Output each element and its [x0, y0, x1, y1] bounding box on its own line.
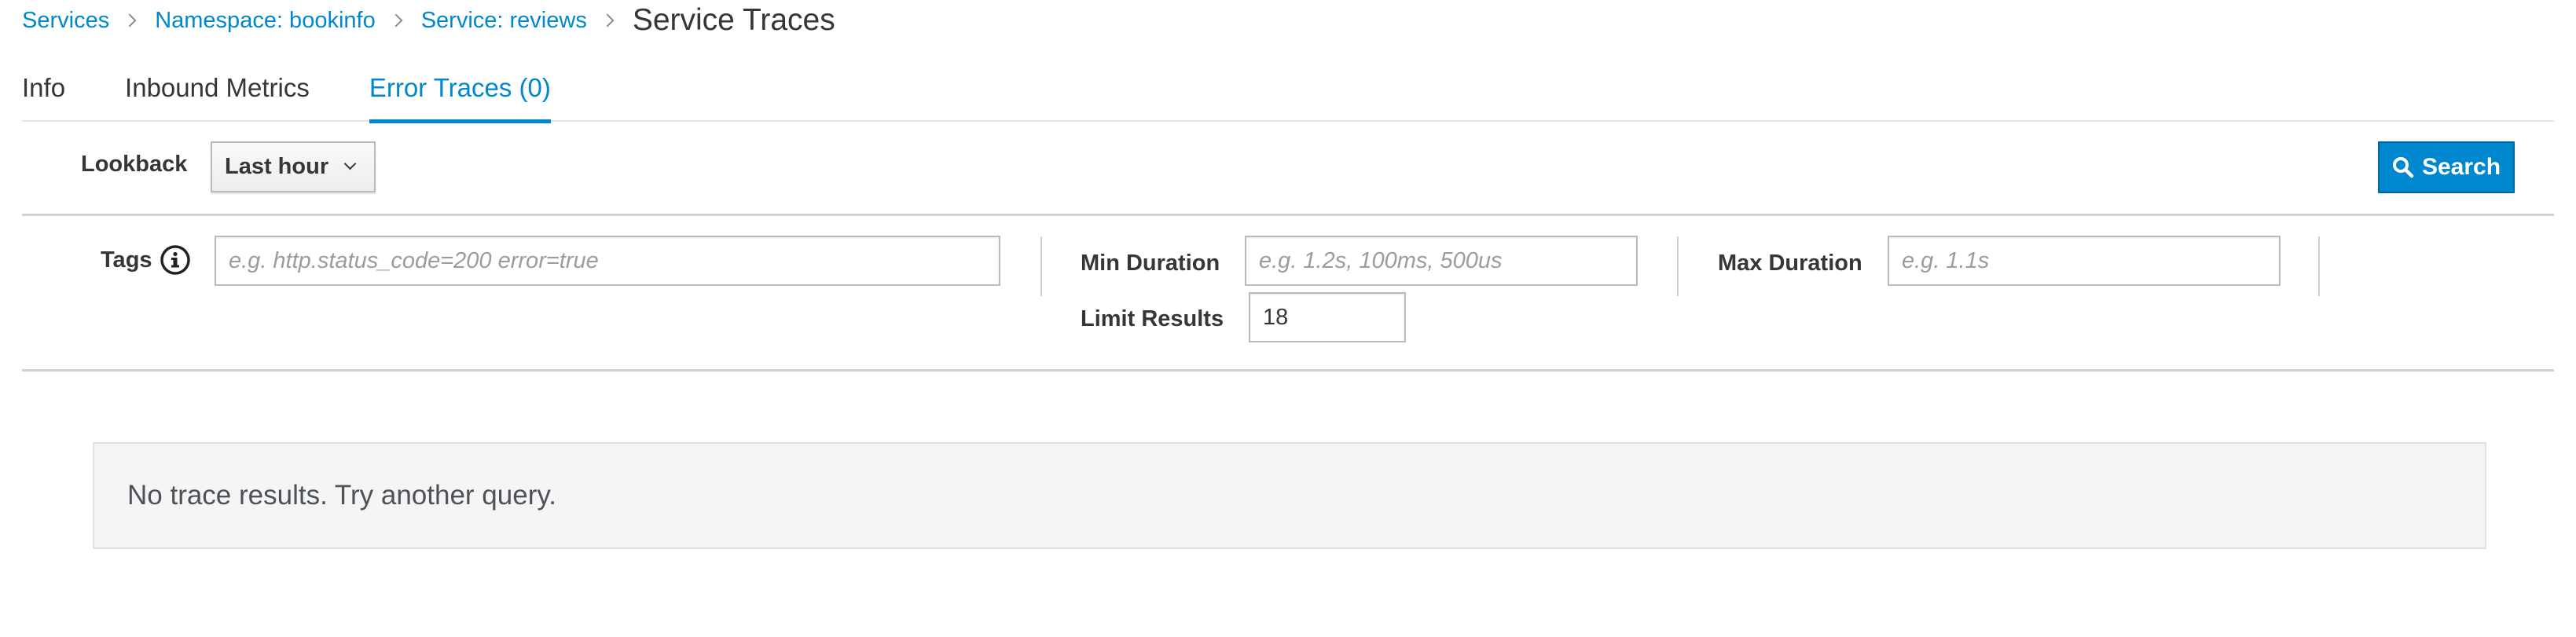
tab-info[interactable]: Info [22, 61, 65, 122]
filters-toolbar: Tags Min Duration Max Duration Limit Res… [22, 216, 2554, 372]
empty-state-message: No trace results. Try another query. [127, 480, 556, 511]
divider [1040, 236, 1042, 296]
breadcrumb-services-link[interactable]: Services [22, 8, 109, 34]
chevron-down-icon [343, 157, 357, 170]
lookback-label: Lookback [81, 152, 188, 177]
breadcrumb-service-link[interactable]: Service: reviews [421, 8, 587, 34]
lookback-toolbar: Lookback Last hour Search [22, 122, 2554, 216]
min-duration-input[interactable] [1245, 236, 1638, 286]
limit-results-input[interactable] [1249, 292, 1406, 342]
chevron-right-icon [600, 13, 615, 27]
search-icon [2392, 157, 2414, 178]
divider [1677, 236, 1679, 296]
chevron-right-icon [389, 13, 403, 27]
tags-label: Tags [101, 247, 152, 273]
lookback-dropdown[interactable]: Last hour [211, 141, 376, 192]
lookback-value: Last hour [225, 154, 329, 179]
min-duration-label: Min Duration [1081, 251, 1220, 276]
breadcrumb: Services Namespace: bookinfo Service: re… [22, 0, 835, 41]
breadcrumb-namespace-link[interactable]: Namespace: bookinfo [155, 8, 376, 34]
tab-bar: Info Inbound Metrics Error Traces (0) [22, 61, 2554, 123]
chevron-right-icon [123, 13, 137, 27]
search-button-label: Search [2421, 154, 2501, 180]
limit-results-label: Limit Results [1081, 306, 1224, 331]
tab-error-traces[interactable]: Error Traces (0) [369, 61, 551, 123]
search-button[interactable]: Search [2378, 141, 2515, 193]
info-icon[interactable] [160, 244, 191, 276]
max-duration-label: Max Duration [1718, 251, 1862, 276]
tags-input[interactable] [215, 236, 1000, 286]
tab-inbound-metrics[interactable]: Inbound Metrics [125, 61, 310, 122]
page-title: Service Traces [632, 3, 835, 37]
divider [2318, 236, 2320, 296]
empty-state: No trace results. Try another query. [93, 442, 2486, 549]
max-duration-input[interactable] [1888, 236, 2281, 286]
